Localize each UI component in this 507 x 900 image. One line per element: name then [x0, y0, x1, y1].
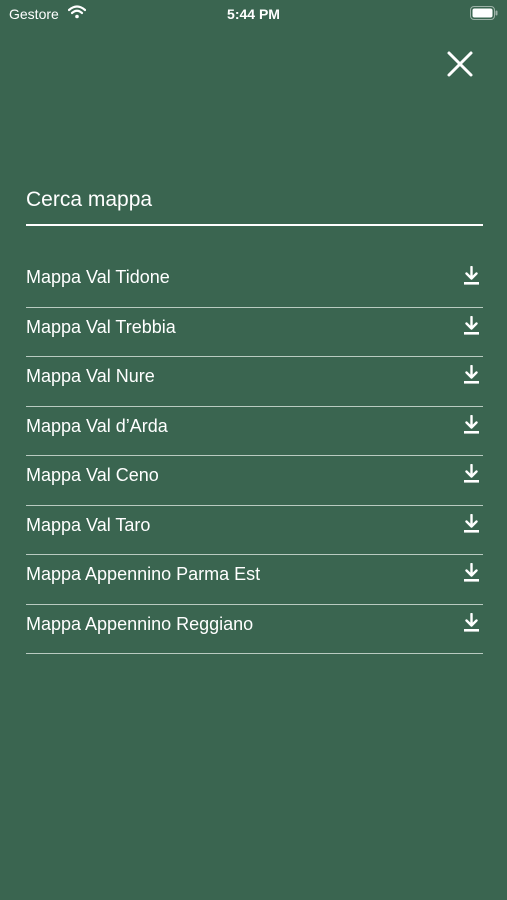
map-item-label: Mappa Val Ceno	[26, 465, 159, 485]
status-time: 5:44 PM	[227, 6, 280, 22]
download-icon[interactable]	[463, 266, 480, 286]
battery-icon	[470, 6, 498, 20]
list-item[interactable]: Mappa Val Ceno	[26, 456, 483, 506]
status-bar: Gestore 5:44 PM	[0, 0, 507, 28]
list-item[interactable]: Mappa Val Trebbia	[26, 308, 483, 357]
map-item-label: Mappa Appennino Parma Est	[26, 564, 261, 584]
list-item[interactable]: Mappa Val Tidone	[26, 258, 483, 308]
download-icon[interactable]	[463, 464, 480, 484]
download-icon[interactable]	[463, 315, 480, 336]
download-icon[interactable]	[463, 414, 480, 435]
map-item-label: Mappa Val Nure	[26, 366, 155, 386]
download-icon[interactable]	[463, 612, 480, 633]
map-item-label: Mappa Val Taro	[26, 514, 151, 535]
map-item-label: Mappa Appennino Reggiano	[26, 613, 254, 634]
map-item-label: Mappa Val Tidone	[26, 267, 170, 287]
list-item[interactable]: Mappa Val Taro	[26, 506, 483, 555]
close-icon	[447, 51, 473, 77]
list-item[interactable]: Mappa Appennino Reggiano	[26, 605, 483, 654]
list-item[interactable]: Mappa Val Nure	[26, 357, 483, 407]
download-icon[interactable]	[463, 365, 480, 385]
map-item-label: Mappa Val Trebbia	[26, 316, 176, 337]
search-input[interactable]	[26, 180, 483, 220]
list-item[interactable]: Mappa Val d’Arda	[26, 407, 483, 456]
map-item-label: Mappa Val d’Arda	[26, 415, 168, 436]
close-button[interactable]	[440, 44, 480, 84]
download-icon[interactable]	[463, 563, 480, 583]
map-list: Mappa Val Tidone Mappa Val Trebbia Mappa…	[26, 258, 483, 654]
search-field	[26, 180, 483, 226]
download-icon[interactable]	[463, 513, 480, 534]
list-item[interactable]: Mappa Appennino Parma Est	[26, 555, 483, 605]
